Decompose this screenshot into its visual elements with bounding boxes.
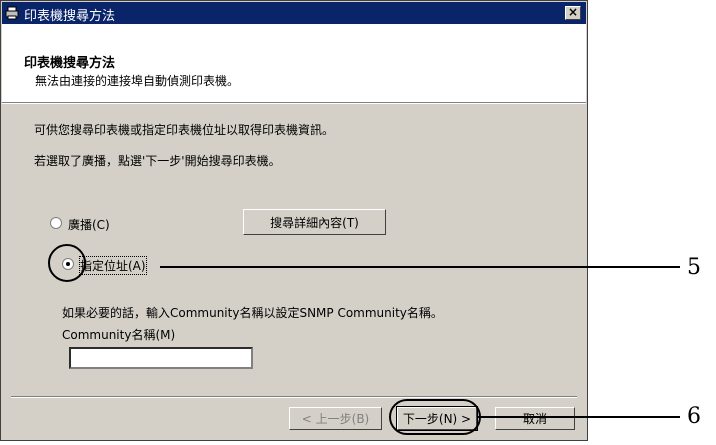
description-line-1: 可供您搜尋印表機或指定印表機位址以取得印表機資訊。 [34, 123, 335, 137]
back-button[interactable]: < 上一步(B) [289, 407, 382, 430]
callout-line-5 [160, 266, 680, 268]
broadcast-radio[interactable] [50, 217, 62, 229]
footer-divider [11, 396, 577, 398]
title-bar: 印表機搜尋方法 × [2, 2, 586, 24]
back-label: < 上一步(B) [301, 412, 370, 426]
broadcast-label[interactable]: 廣播(C) [68, 216, 110, 233]
callout-line-6 [478, 416, 680, 418]
header-divider [2, 102, 586, 104]
page-subtitle: 無法由連接的連接埠自動偵測印表機。 [35, 74, 240, 88]
callout-circle-5 [48, 244, 86, 282]
specify-address-label[interactable]: 指定位址(A) [79, 256, 147, 275]
cancel-label: 取消 [522, 412, 547, 426]
close-button[interactable]: × [565, 5, 581, 20]
community-hint: 如果必要的話，輸入Community名稱以設定SNMP Community名稱。 [62, 306, 443, 320]
search-details-label: 搜尋詳細內容(T) [270, 215, 359, 230]
community-name-input[interactable] [69, 347, 253, 369]
description-line-2: 若選取了廣播，點選'下一步'開始搜尋印表機。 [34, 154, 281, 168]
close-icon: × [568, 5, 579, 19]
cancel-button[interactable]: 取消 [495, 407, 575, 430]
wizard-header: 印表機搜尋方法 無法由連接的連接埠自動偵測印表機。 [2, 24, 586, 102]
printer-search-dialog: 印表機搜尋方法 × 印表機搜尋方法 無法由連接的連接埠自動偵測印表機。 可供您搜… [0, 0, 588, 441]
callout-number-5: 5 [687, 255, 701, 280]
callout-number-6: 6 [687, 404, 701, 429]
window-title: 印表機搜尋方法 [24, 9, 116, 24]
page-title: 印表機搜尋方法 [24, 56, 116, 71]
printer-icon [5, 6, 19, 20]
callout-circle-6 [389, 399, 481, 435]
search-details-button[interactable]: 搜尋詳細內容(T) [243, 209, 386, 235]
community-label: Community名稱(M) [62, 328, 176, 342]
